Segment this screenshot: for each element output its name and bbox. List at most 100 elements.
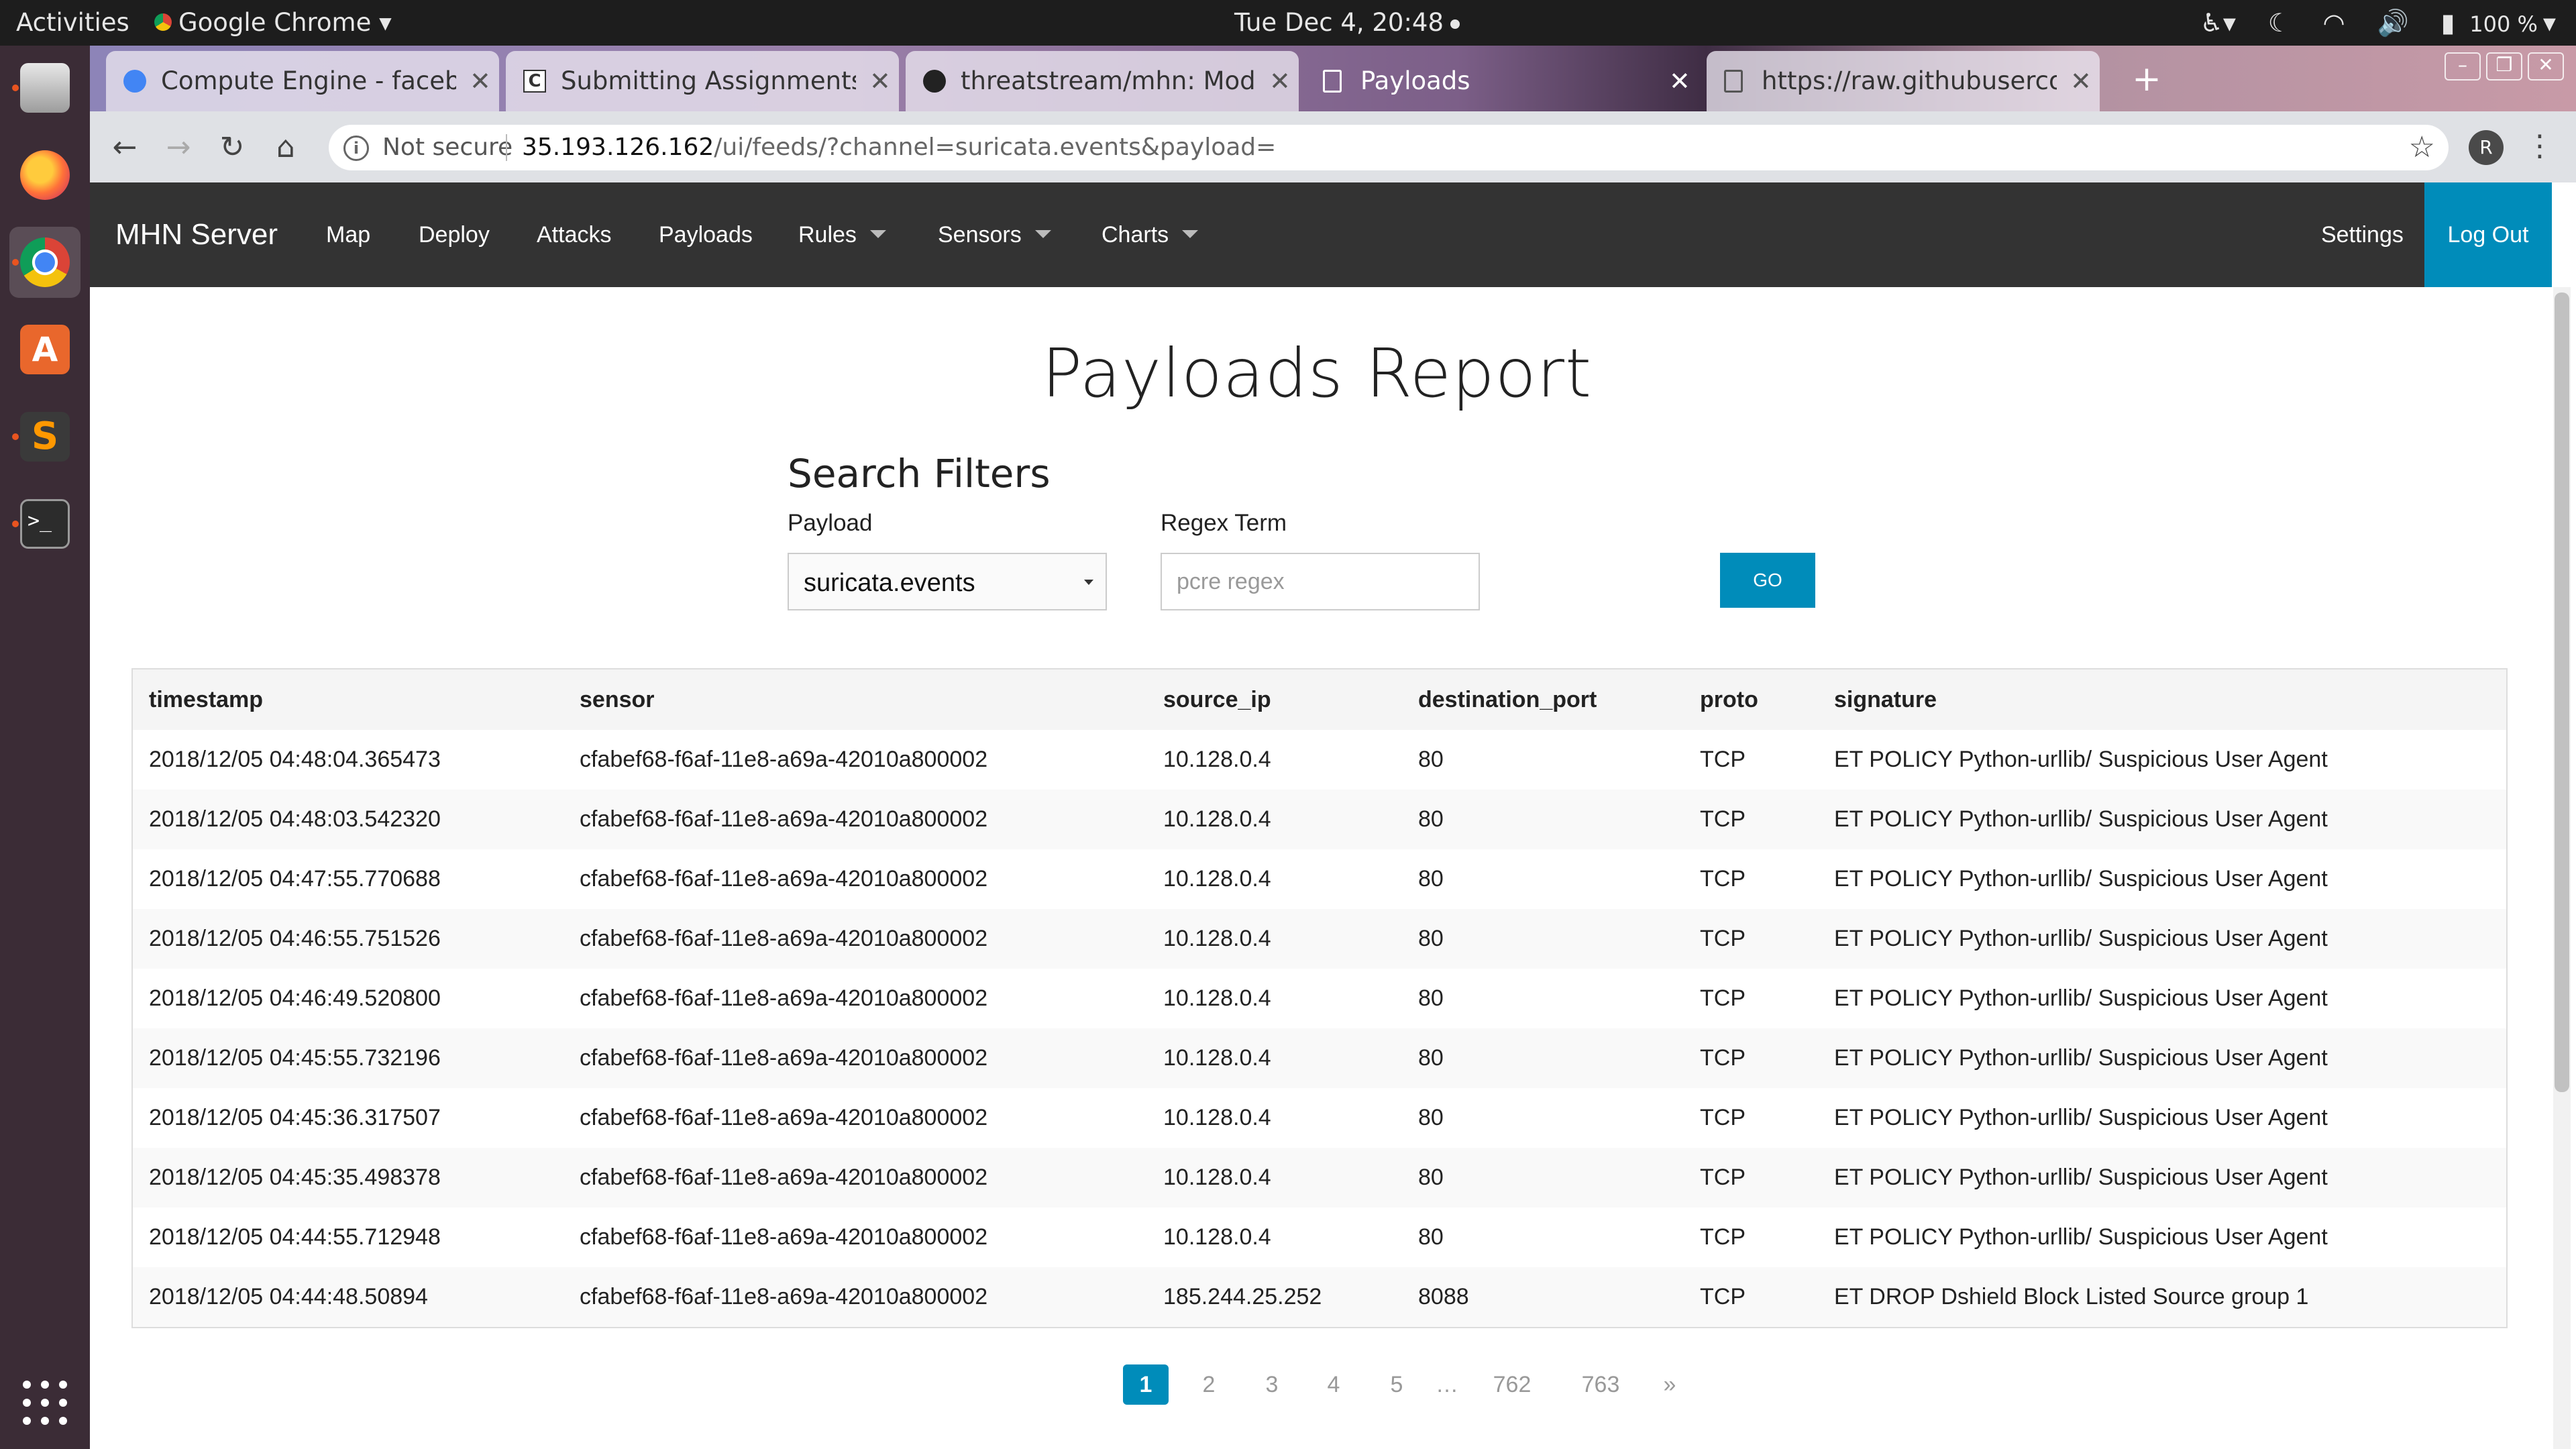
canvas-c-icon: C (523, 70, 546, 93)
pagination-page[interactable]: 762 (1485, 1364, 1539, 1405)
tab-github-mhn[interactable]: threatstream/mhn: Mode ✕ (906, 51, 1299, 111)
dock-chrome[interactable] (9, 227, 80, 298)
dock-terminal[interactable]: >_ (9, 488, 80, 559)
payload-select[interactable]: suricata.events (788, 553, 1107, 610)
back-button[interactable]: ← (103, 126, 146, 169)
tab-payloads[interactable]: Payloads ✕ (1305, 51, 1699, 111)
caret-down-icon (1034, 230, 1051, 239)
clock-text: Tue Dec 4, 20:48 (1234, 8, 1444, 37)
restore-button[interactable]: ❐ (2486, 52, 2522, 80)
payloads-table: timestamp sensor source_ip destination_p… (131, 668, 2508, 1328)
pagination-page[interactable]: 1 (1123, 1364, 1169, 1405)
cell-signature: ET POLICY Python-urllib/ Suspicious User… (1834, 747, 2328, 772)
page-title: Payloads Report (1041, 334, 1593, 413)
cell-sensor: cfabef68-f6af-11e8-a69a-42010a800002 (580, 747, 988, 772)
logout-button[interactable]: Log Out (2424, 182, 2552, 287)
sublime-text-icon: S (20, 412, 70, 462)
table-row: 2018/12/05 04:45:35.498378 cfabef68-f6af-… (133, 1148, 2506, 1208)
cell-source-ip: 10.128.0.4 (1163, 866, 1271, 892)
window-close-button[interactable]: ✕ (2528, 52, 2564, 80)
pagination-page[interactable]: 3 (1253, 1364, 1291, 1405)
regex-input[interactable]: pcre regex (1161, 553, 1480, 610)
close-icon[interactable]: ✕ (1669, 51, 1690, 111)
filters-heading: Search Filters (788, 451, 1051, 496)
go-button[interactable]: GO (1720, 553, 1815, 608)
tab-submitting-assignments[interactable]: C Submitting Assignments ✕ (506, 51, 899, 111)
reload-button[interactable]: ↻ (211, 126, 254, 169)
browser-toolbar: ← → ↻ ⌂ i Not secure 35.193.126.162/ui/f… (90, 111, 2576, 182)
table-row: 2018/12/05 04:46:55.751526 cfabef68-f6af-… (133, 909, 2506, 969)
cell-destination-port: 80 (1418, 747, 1444, 772)
pagination-page[interactable]: 5 (1378, 1364, 1415, 1405)
bookmark-star-icon[interactable]: ☆ (2409, 125, 2435, 170)
accessibility-icon[interactable]: ♿▾ (2200, 0, 2236, 46)
dock-files[interactable] (9, 52, 80, 123)
close-icon[interactable]: ✕ (1269, 51, 1291, 111)
cell-source-ip: 10.128.0.4 (1163, 985, 1271, 1011)
cell-signature: ET POLICY Python-urllib/ Suspicious User… (1834, 1224, 2328, 1250)
cell-proto: TCP (1700, 747, 1746, 772)
dock-software-center[interactable]: A (9, 314, 80, 385)
cell-timestamp: 2018/12/05 04:47:55.770688 (149, 866, 441, 892)
cell-timestamp: 2018/12/05 04:44:55.712948 (149, 1224, 441, 1250)
chrome-icon (154, 13, 172, 31)
app-menu[interactable]: Google Chrome ▾ (154, 0, 392, 46)
home-button[interactable]: ⌂ (264, 126, 307, 169)
cell-signature: ET POLICY Python-urllib/ Suspicious User… (1834, 1105, 2328, 1130)
table-row: 2018/12/05 04:47:55.770688 cfabef68-f6af-… (133, 849, 2506, 909)
close-icon[interactable]: ✕ (869, 51, 891, 111)
dock-sublime[interactable]: S (9, 401, 80, 472)
table-row: 2018/12/05 04:45:36.317507 cfabef68-f6af-… (133, 1088, 2506, 1148)
tab-compute-engine[interactable]: Compute Engine - facebo ✕ (106, 51, 499, 111)
table-row: 2018/12/05 04:48:04.365473 cfabef68-f6af-… (133, 730, 2506, 790)
pagination-page[interactable]: 2 (1190, 1364, 1228, 1405)
chrome-menu-icon[interactable]: ⋮ (2525, 127, 2555, 168)
cell-source-ip: 10.128.0.4 (1163, 1105, 1271, 1130)
cell-sensor: cfabef68-f6af-11e8-a69a-42010a800002 (580, 1045, 988, 1071)
nav-settings[interactable]: Settings (2321, 182, 2404, 287)
cell-destination-port: 80 (1418, 1105, 1444, 1130)
nav-payloads[interactable]: Payloads (659, 182, 753, 287)
new-tab-button[interactable]: + (2125, 59, 2168, 102)
volume-icon: 🔊 (2377, 8, 2409, 38)
clock[interactable]: Tue Dec 4, 20:48 (1234, 0, 1460, 46)
table-header-row: timestamp sensor source_ip destination_p… (133, 669, 2506, 730)
cell-signature: ET POLICY Python-urllib/ Suspicious User… (1834, 926, 2328, 951)
cell-sensor: cfabef68-f6af-11e8-a69a-42010a800002 (580, 985, 988, 1011)
running-indicator (12, 85, 19, 91)
pagination-next[interactable]: » (1653, 1364, 1686, 1405)
system-tray[interactable]: ♿▾ ☾ ◠ 🔊 ▮ 100 % ▾ (2176, 0, 2556, 46)
minimize-button[interactable]: – (2445, 52, 2481, 80)
cell-destination-port: 80 (1418, 806, 1444, 832)
pagination-page[interactable]: 4 (1315, 1364, 1352, 1405)
nav-attacks[interactable]: Attacks (537, 182, 611, 287)
cell-sensor: cfabef68-f6af-11e8-a69a-42010a800002 (580, 806, 988, 832)
tab-title: https://raw.githubuserco (1762, 66, 2057, 95)
forward-button[interactable]: → (157, 126, 200, 169)
pagination-page[interactable]: 763 (1574, 1364, 1627, 1405)
address-bar[interactable]: i Not secure 35.193.126.162/ui/feeds/?ch… (329, 125, 2449, 170)
cell-signature: ET POLICY Python-urllib/ Suspicious User… (1834, 1165, 2328, 1190)
col-proto: proto (1700, 686, 1758, 712)
show-applications-icon[interactable] (23, 1381, 67, 1425)
info-icon[interactable]: i (343, 136, 369, 161)
activities-button[interactable]: Activities (16, 0, 129, 46)
dock-firefox[interactable] (9, 140, 80, 211)
cell-destination-port: 80 (1418, 926, 1444, 951)
tab-raw-githubusercontent[interactable]: https://raw.githubuserco ✕ (1707, 51, 2100, 111)
close-icon[interactable]: ✕ (2070, 51, 2092, 111)
cell-proto: TCP (1700, 806, 1746, 832)
nav-charts[interactable]: Charts (1102, 182, 1199, 287)
profile-avatar[interactable]: R (2469, 130, 2504, 165)
nav-rules[interactable]: Rules (798, 182, 886, 287)
scrollbar-thumb[interactable] (2555, 292, 2569, 1092)
nav-deploy[interactable]: Deploy (419, 182, 490, 287)
cell-sensor: cfabef68-f6af-11e8-a69a-42010a800002 (580, 1284, 988, 1309)
nav-sensors[interactable]: Sensors (938, 182, 1051, 287)
close-icon[interactable]: ✕ (470, 51, 491, 111)
cell-source-ip: 10.128.0.4 (1163, 1045, 1271, 1071)
brand-link[interactable]: MHN Server (115, 182, 278, 287)
files-icon (20, 63, 70, 113)
nav-map[interactable]: Map (326, 182, 370, 287)
payload-label: Payload (788, 510, 873, 536)
